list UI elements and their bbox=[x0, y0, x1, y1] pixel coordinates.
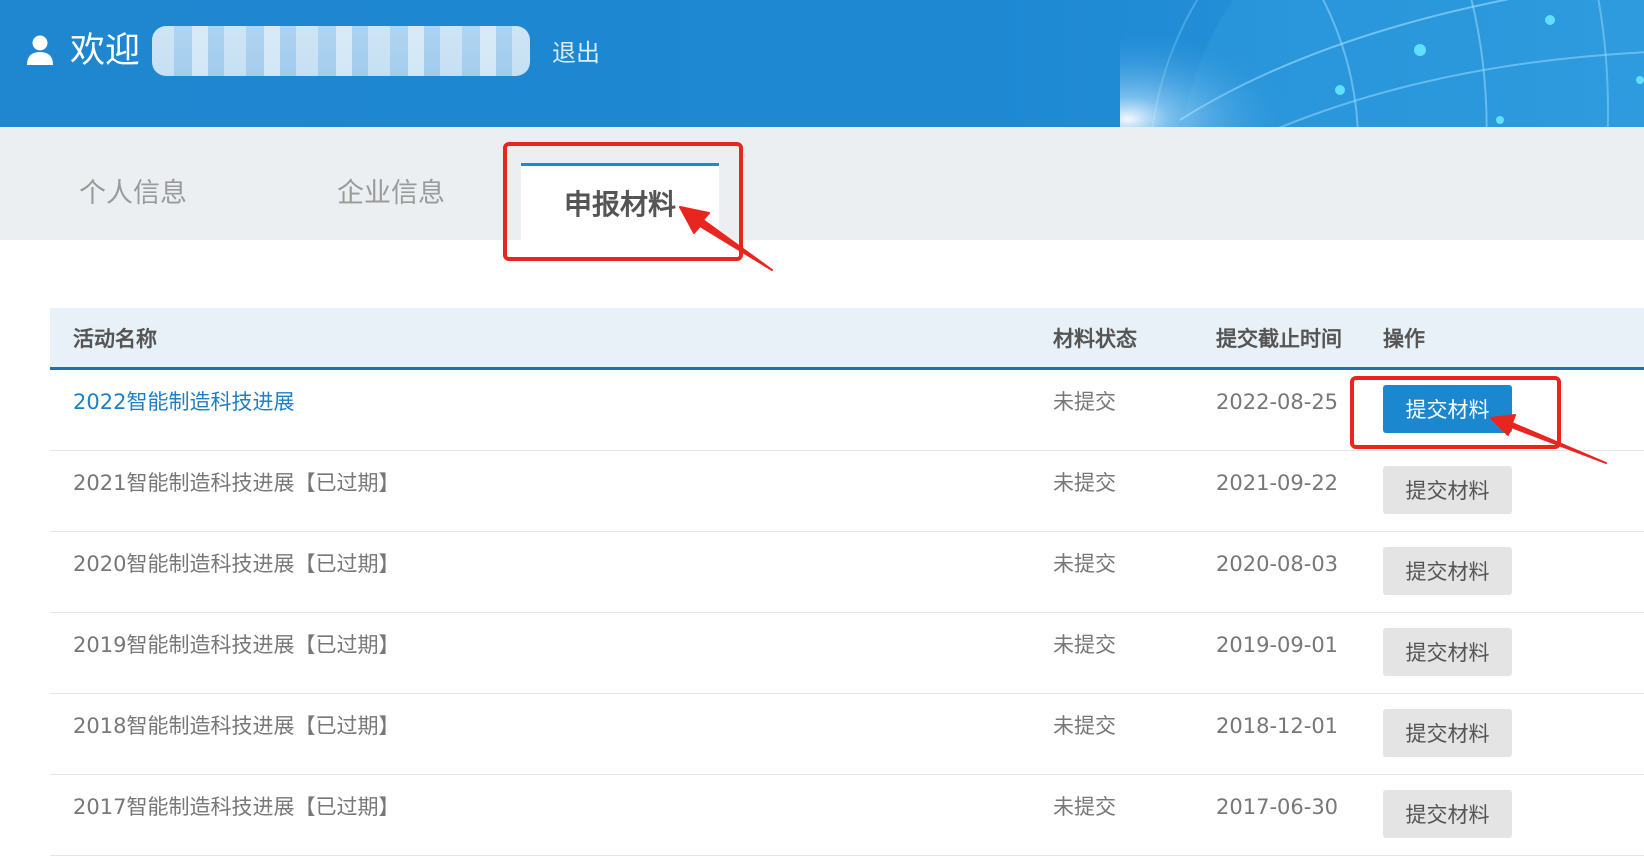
activity-name: 2017智能制造科技进展【已过期】 bbox=[73, 795, 400, 819]
table-row: 2018智能制造科技进展【已过期】 未提交 2018-12-01 提交材料 bbox=[50, 694, 1644, 775]
material-status: 未提交 bbox=[1053, 633, 1116, 657]
submit-materials-button[interactable]: 提交材料 bbox=[1383, 385, 1512, 433]
submit-materials-button[interactable]: 提交材料 bbox=[1383, 466, 1512, 514]
activity-name: 2019智能制造科技进展【已过期】 bbox=[73, 633, 400, 657]
material-status: 未提交 bbox=[1053, 390, 1116, 414]
deadline-date: 2019-09-01 bbox=[1216, 633, 1339, 657]
material-status: 未提交 bbox=[1053, 714, 1116, 738]
activity-name: 2021智能制造科技进展【已过期】 bbox=[73, 471, 400, 495]
table-header: 活动名称 材料状态 提交截止时间 操作 bbox=[50, 308, 1644, 370]
deadline-date: 2021-09-22 bbox=[1216, 471, 1339, 495]
material-status: 未提交 bbox=[1053, 552, 1116, 576]
logout-link[interactable]: 退出 bbox=[552, 38, 600, 68]
top-header: 欢迎 退出 bbox=[0, 0, 1644, 127]
column-header-action: 操作 bbox=[1383, 327, 1425, 351]
tab-company-info[interactable]: 企业信息 bbox=[337, 174, 445, 214]
table-row: 2017智能制造科技进展【已过期】 未提交 2017-06-30 提交材料 bbox=[50, 775, 1644, 856]
globe-decoration bbox=[1120, 0, 1644, 127]
user-icon bbox=[27, 35, 53, 65]
activity-name: 2020智能制造科技进展【已过期】 bbox=[73, 552, 400, 576]
submit-materials-button[interactable]: 提交材料 bbox=[1383, 628, 1512, 676]
activity-name: 2018智能制造科技进展【已过期】 bbox=[73, 714, 400, 738]
activity-name-link[interactable]: 2022智能制造科技进展 bbox=[73, 388, 294, 416]
column-header-activity: 活动名称 bbox=[73, 327, 157, 351]
material-status: 未提交 bbox=[1053, 471, 1116, 495]
deadline-date: 2022-08-25 bbox=[1216, 390, 1339, 414]
material-status: 未提交 bbox=[1053, 795, 1116, 819]
deadline-date: 2018-12-01 bbox=[1216, 714, 1339, 738]
column-header-status: 材料状态 bbox=[1053, 327, 1137, 351]
tab-application-materials[interactable]: 申报材料 bbox=[521, 163, 719, 240]
submit-materials-button[interactable]: 提交材料 bbox=[1383, 790, 1512, 838]
submit-materials-button[interactable]: 提交材料 bbox=[1383, 547, 1512, 595]
table-row: 2020智能制造科技进展【已过期】 未提交 2020-08-03 提交材料 bbox=[50, 532, 1644, 613]
submit-materials-button[interactable]: 提交材料 bbox=[1383, 709, 1512, 757]
deadline-date: 2017-06-30 bbox=[1216, 795, 1339, 819]
tab-personal-info[interactable]: 个人信息 bbox=[79, 174, 187, 214]
column-header-deadline: 提交截止时间 bbox=[1216, 327, 1342, 351]
table-row: 2022智能制造科技进展 未提交 2022-08-25 提交材料 bbox=[50, 370, 1644, 451]
tabs-bar bbox=[0, 127, 1644, 240]
deadline-date: 2020-08-03 bbox=[1216, 552, 1339, 576]
table-row: 2019智能制造科技进展【已过期】 未提交 2019-09-01 提交材料 bbox=[50, 613, 1644, 694]
blurred-username bbox=[152, 26, 530, 76]
welcome-text: 欢迎 bbox=[70, 31, 141, 71]
table-row: 2021智能制造科技进展【已过期】 未提交 2021-09-22 提交材料 bbox=[50, 451, 1644, 532]
